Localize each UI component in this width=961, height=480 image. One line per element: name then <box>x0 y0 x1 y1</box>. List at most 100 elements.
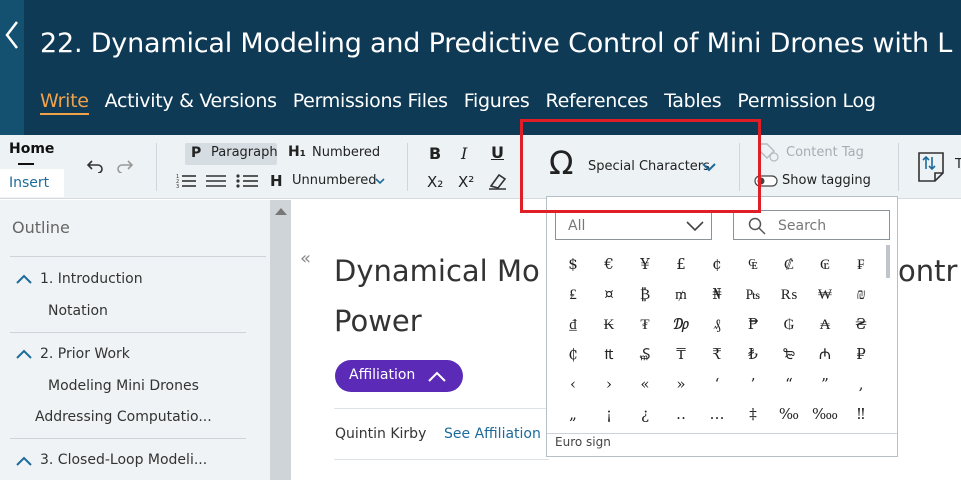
special-character-cell[interactable]: „ <box>555 399 591 427</box>
redo-icon[interactable] <box>116 159 134 173</box>
special-character-cell[interactable]: ¡ <box>591 399 627 427</box>
special-character-cell[interactable]: ¥ <box>627 249 663 279</box>
special-character-cell[interactable]: … <box>699 399 735 427</box>
special-character-cell[interactable]: ₮ <box>627 309 663 339</box>
see-affiliation-link[interactable]: See Affiliation <box>444 426 541 442</box>
chevron-down-icon[interactable] <box>375 178 385 185</box>
character-search-input[interactable]: Search <box>733 210 890 240</box>
special-character-cell[interactable]: ‚ <box>843 369 879 399</box>
nav-tables[interactable]: Tables <box>664 90 722 115</box>
special-character-cell[interactable]: ₪ <box>843 279 879 309</box>
special-character-cell[interactable]: ₨ <box>771 279 807 309</box>
bold-button[interactable]: B <box>429 144 441 163</box>
content-tag-button[interactable]: Content Tag <box>786 145 864 160</box>
outline-item-modeling-mini-drones[interactable]: Modeling Mini Drones <box>48 378 199 394</box>
character-grid-scrollbar[interactable] <box>886 245 890 278</box>
special-character-cell[interactable]: ₿ <box>627 279 663 309</box>
special-character-cell[interactable]: ₭ <box>591 309 627 339</box>
nav-activity-versions[interactable]: Activity & Versions <box>105 90 277 115</box>
special-character-cell[interactable]: ‱ <box>807 399 843 427</box>
nav-permissions-files[interactable]: Permissions Files <box>293 90 448 115</box>
special-character-cell[interactable]: ₹ <box>699 339 735 369</box>
special-character-cell[interactable]: ‘ <box>699 369 735 399</box>
outline-item-notation[interactable]: Notation <box>48 303 108 319</box>
special-character-cell[interactable]: › <box>591 369 627 399</box>
special-character-cell[interactable]: ₩ <box>807 279 843 309</box>
special-character-cell[interactable]: £ <box>663 249 699 279</box>
special-character-cell[interactable]: ‼ <box>843 399 879 427</box>
special-character-cell[interactable]: ‰ <box>771 399 807 427</box>
special-character-cell[interactable]: ¢ <box>699 249 735 279</box>
subscript-button[interactable]: X₂ <box>427 173 443 191</box>
special-character-cell[interactable]: ₦ <box>699 279 735 309</box>
special-character-cell[interactable]: ‹ <box>555 369 591 399</box>
tab-home[interactable]: Home <box>9 141 54 157</box>
special-character-cell[interactable]: ₼ <box>807 339 843 369</box>
special-character-cell[interactable]: ’ <box>735 369 771 399</box>
special-character-cell[interactable]: ₳ <box>807 309 843 339</box>
underline-button[interactable]: U <box>491 143 504 162</box>
special-character-cell[interactable]: » <box>663 369 699 399</box>
tab-insert[interactable]: Insert <box>0 169 64 197</box>
nav-references[interactable]: References <box>546 90 649 115</box>
chevron-up-icon[interactable] <box>16 274 32 284</box>
nav-permission-log[interactable]: Permission Log <box>737 90 876 115</box>
special-character-cell[interactable]: ¿ <box>627 399 663 427</box>
special-character-cell[interactable]: ₡ <box>771 249 807 279</box>
special-character-cell[interactable]: ₤ <box>555 279 591 309</box>
special-character-cell[interactable]: ₴ <box>843 309 879 339</box>
undo-icon[interactable] <box>86 159 104 173</box>
italic-button[interactable]: I <box>461 144 467 163</box>
svg-text:3: 3 <box>176 184 179 189</box>
show-tagging-toggle[interactable]: Show tagging <box>782 173 871 188</box>
bullet-list-icon[interactable] <box>236 173 258 189</box>
special-character-cell[interactable]: ₧ <box>735 279 771 309</box>
unnumbered-heading-button[interactable]: Unnumbered <box>292 173 376 188</box>
superscript-button[interactable]: X² <box>458 173 474 191</box>
nav-write[interactable]: Write <box>40 90 89 115</box>
special-character-cell[interactable]: ₸ <box>663 339 699 369</box>
numbered-heading-button[interactable]: Numbered <box>312 145 380 160</box>
special-character-cell[interactable]: ‥ <box>663 399 699 427</box>
special-character-cell[interactable]: ₶ <box>591 339 627 369</box>
special-character-cell[interactable]: ₯ <box>663 309 699 339</box>
outline-item-prior-work[interactable]: 2. Prior Work <box>40 346 130 362</box>
outline-item-closed-loop-modeling[interactable]: 3. Closed-Loop Modeli... <box>40 452 207 468</box>
back-button[interactable] <box>0 0 24 135</box>
scroll-up-arrow-icon[interactable] <box>275 208 287 215</box>
special-character-cell[interactable]: ₺ <box>735 339 771 369</box>
special-character-cell[interactable]: ₷ <box>627 339 663 369</box>
special-character-cell[interactable]: ” <box>807 369 843 399</box>
special-character-cell[interactable]: ‡ <box>735 399 771 427</box>
numbered-list-icon[interactable]: 123 <box>176 173 196 189</box>
special-character-cell[interactable]: ₠ <box>735 249 771 279</box>
chevron-up-icon[interactable] <box>16 349 32 359</box>
category-select[interactable]: All <box>555 210 712 240</box>
special-character-cell[interactable]: “ <box>771 369 807 399</box>
sidebar-scrollbar[interactable] <box>270 200 291 480</box>
track-changes-icon[interactable] <box>917 151 947 183</box>
special-character-cell[interactable]: ₲ <box>771 309 807 339</box>
special-character-cell[interactable]: ₵ <box>555 339 591 369</box>
heading-numbered-icon: H₁ <box>288 144 306 160</box>
special-character-cell[interactable]: ¤ <box>591 279 627 309</box>
outline-item-introduction[interactable]: 1. Introduction <box>40 271 143 287</box>
special-character-cell[interactable]: ₽ <box>843 339 879 369</box>
collapse-sidebar-button[interactable]: « <box>300 248 311 269</box>
outline-item-addressing-computation[interactable]: Addressing Computatio... <box>35 409 212 425</box>
chevron-up-icon[interactable] <box>16 456 32 466</box>
toolbar-divider <box>156 143 157 191</box>
special-character-cell[interactable]: ₱ <box>735 309 771 339</box>
special-character-cell[interactable]: ₰ <box>699 309 735 339</box>
nav-figures[interactable]: Figures <box>464 90 530 115</box>
special-character-cell[interactable]: $ <box>555 249 591 279</box>
special-character-cell[interactable]: ₥ <box>663 279 699 309</box>
special-character-cell[interactable]: ₣ <box>843 249 879 279</box>
special-character-cell[interactable]: « <box>627 369 663 399</box>
special-character-cell[interactable]: € <box>591 249 627 279</box>
special-character-cell[interactable]: ₫ <box>555 309 591 339</box>
clear-format-icon[interactable] <box>488 172 508 190</box>
special-character-cell[interactable]: ₻ <box>771 339 807 369</box>
align-justify-icon[interactable] <box>206 173 226 189</box>
special-character-cell[interactable]: ₢ <box>807 249 843 279</box>
